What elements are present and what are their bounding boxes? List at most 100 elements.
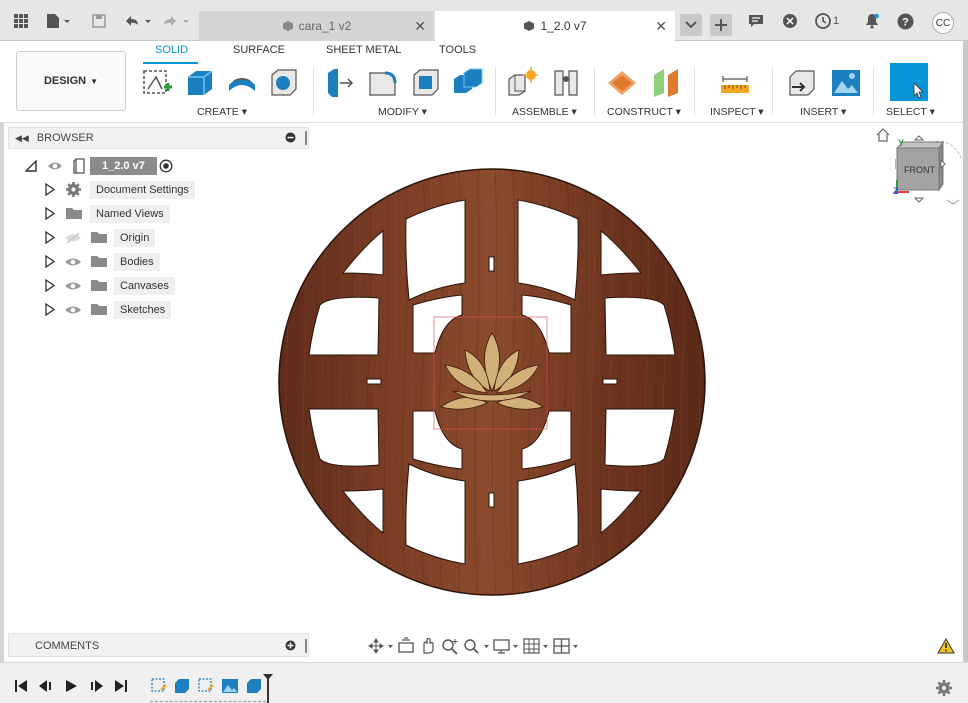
expand-triangle-icon[interactable] — [45, 303, 55, 316]
file-menu-icon[interactable] — [44, 12, 74, 30]
viewports-icon[interactable] — [552, 637, 580, 655]
hole-icon[interactable] — [268, 67, 300, 99]
tab-tools[interactable]: TOOLS — [439, 44, 476, 56]
create-sketch-icon[interactable] — [142, 67, 174, 99]
folder-icon — [91, 232, 107, 243]
look-at-icon[interactable] — [396, 637, 416, 655]
group-assemble[interactable]: ASSEMBLE ▾ — [512, 106, 577, 118]
group-inspect[interactable]: INSPECT ▾ — [710, 106, 764, 118]
redo-icon[interactable] — [160, 12, 192, 30]
fillet-icon[interactable] — [367, 67, 399, 99]
group-insert-label: INSERT — [800, 106, 839, 118]
close-icon[interactable]: ✕ — [414, 18, 426, 35]
group-select[interactable]: SELECT ▾ — [886, 106, 935, 118]
group-create[interactable]: CREATE ▾ — [197, 106, 247, 118]
add-comment-icon[interactable] — [285, 640, 296, 654]
help-icon[interactable]: ? — [895, 12, 915, 30]
workspace-switcher-button[interactable]: DESIGN ▼ — [16, 51, 126, 111]
timeline-extrude-icon[interactable] — [245, 677, 263, 695]
job-status-icon[interactable]: 1 — [812, 12, 842, 30]
press-pull-icon[interactable] — [324, 67, 356, 99]
step-forward-icon[interactable] — [88, 679, 104, 693]
revolve-icon[interactable] — [226, 67, 258, 99]
notifications-bell-icon[interactable] — [862, 12, 882, 30]
timeline-canvas-icon[interactable] — [221, 677, 239, 695]
hidden-eye-icon[interactable] — [64, 232, 82, 244]
browser-root-node[interactable]: 1_2.0 v7 — [90, 157, 157, 175]
zoom-icon[interactable] — [440, 637, 460, 655]
fusion-app-window: cara_1 v2 ✕ 1_2.0 v7 ✕ 1 ? CC DESIGN ▼ S… — [0, 0, 968, 703]
tab-surface[interactable]: SURFACE — [233, 44, 285, 56]
measure-icon[interactable] — [719, 67, 751, 99]
user-avatar[interactable]: CC — [932, 12, 954, 34]
browser-panel-header[interactable]: ◀◀ BROWSER — [8, 127, 309, 149]
collapse-panel-icon[interactable]: ◀◀ — [15, 133, 29, 144]
timeline-settings-gear-icon[interactable] — [935, 679, 953, 697]
plane-at-angle-icon[interactable] — [650, 67, 682, 99]
group-modify-label: MODIFY — [378, 106, 419, 118]
visibility-eye-icon[interactable] — [64, 256, 82, 268]
save-icon[interactable] — [90, 12, 108, 30]
display-settings-icon[interactable] — [492, 637, 520, 655]
insert-derive-icon[interactable] — [786, 67, 818, 99]
warning-icon[interactable] — [937, 638, 955, 654]
timeline-sketch-icon[interactable] — [150, 677, 168, 695]
expand-triangle-icon[interactable] — [45, 207, 55, 220]
new-component-icon[interactable] — [506, 67, 538, 99]
pan-hand-icon[interactable] — [418, 637, 438, 655]
ribbon-divider — [873, 67, 874, 115]
offset-plane-icon[interactable] — [606, 67, 638, 99]
combine-icon[interactable] — [452, 67, 484, 99]
close-icon[interactable]: ✕ — [655, 18, 667, 35]
visibility-eye-icon[interactable] — [64, 280, 82, 292]
tab-overflow-chevron-icon[interactable] — [680, 14, 702, 36]
group-construct-label: CONSTRUCT — [607, 106, 673, 118]
tab-solid[interactable]: SOLID — [155, 44, 188, 56]
group-modify[interactable]: MODIFY ▾ — [378, 106, 427, 118]
comment-bubble-icon[interactable] — [746, 12, 766, 30]
app-grid-icon[interactable] — [12, 12, 30, 30]
group-construct[interactable]: CONSTRUCT ▾ — [607, 106, 681, 118]
grid-settings-icon[interactable] — [522, 637, 550, 655]
expand-triangle-icon[interactable] — [45, 255, 55, 268]
expand-triangle-icon[interactable] — [45, 183, 55, 196]
insert-canvas-icon[interactable] — [830, 67, 862, 99]
comments-panel[interactable]: COMMENTS — [8, 633, 309, 657]
panel-resize-handle-icon[interactable] — [305, 131, 307, 145]
browser-item-label: Canvases — [114, 277, 175, 295]
extrude-icon[interactable] — [184, 67, 216, 99]
shell-icon[interactable] — [410, 67, 442, 99]
group-insert[interactable]: INSERT ▾ — [800, 106, 846, 118]
group-assemble-label: ASSEMBLE — [512, 106, 569, 118]
new-tab-plus-icon[interactable] — [710, 14, 732, 36]
play-icon[interactable] — [64, 679, 78, 693]
panel-resize-handle-icon[interactable] — [305, 639, 307, 653]
orbit-icon[interactable] — [366, 637, 394, 655]
joint-icon[interactable] — [550, 67, 582, 99]
ribbon-divider — [313, 67, 314, 115]
minimize-panel-icon[interactable] — [285, 132, 296, 146]
step-back-icon[interactable] — [38, 679, 54, 693]
tab-cara-1[interactable]: cara_1 v2 ✕ — [199, 11, 434, 41]
tab-1-2-0[interactable]: 1_2.0 v7 ✕ — [435, 11, 675, 41]
timeline-marker-icon[interactable] — [262, 673, 274, 703]
extensions-icon[interactable] — [780, 12, 800, 30]
expanded-triangle-icon[interactable] — [25, 160, 37, 172]
tab-sheet-metal[interactable]: SHEET METAL — [326, 44, 401, 56]
model-viewport-canvas[interactable] — [275, 165, 709, 599]
fit-window-zoom-icon[interactable] — [462, 637, 490, 655]
timeline-extrude-icon[interactable] — [173, 677, 191, 695]
home-view-icon[interactable] — [876, 128, 890, 142]
undo-icon[interactable] — [122, 12, 154, 30]
expand-triangle-icon[interactable] — [45, 231, 55, 244]
activate-radio-icon[interactable] — [159, 159, 173, 173]
timeline-sketch-icon[interactable] — [197, 677, 215, 695]
browser-item-label: Origin — [114, 229, 156, 247]
select-cursor-icon[interactable] — [890, 63, 928, 101]
visibility-eye-icon[interactable] — [47, 160, 63, 172]
axis-y-label: Y — [898, 138, 905, 148]
visibility-eye-icon[interactable] — [64, 304, 82, 316]
go-to-end-icon[interactable] — [114, 679, 128, 693]
expand-triangle-icon[interactable] — [45, 279, 55, 292]
go-to-start-icon[interactable] — [14, 679, 28, 693]
